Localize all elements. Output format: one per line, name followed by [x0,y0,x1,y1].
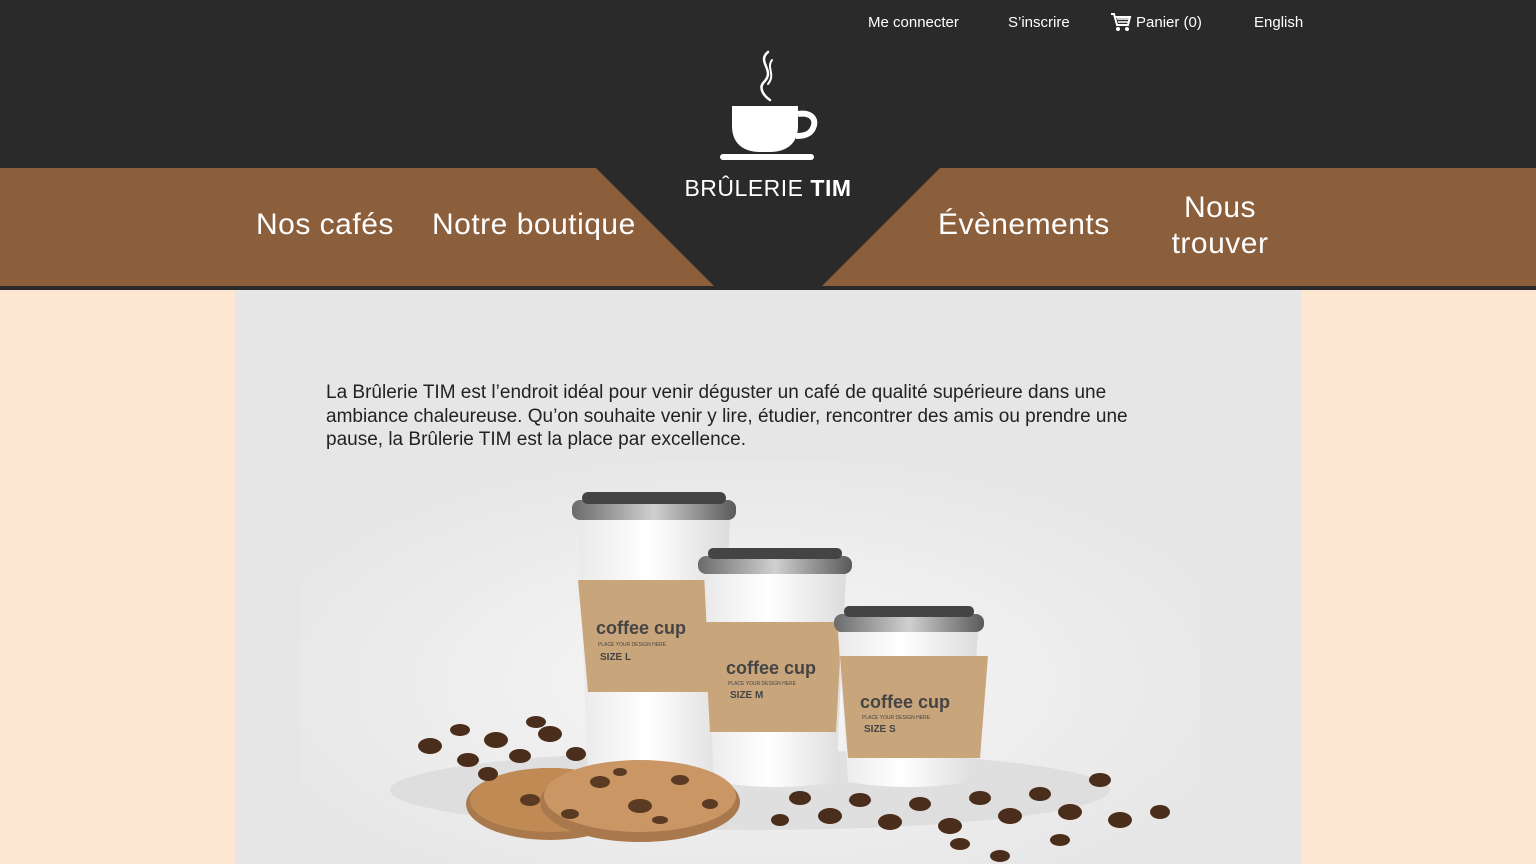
language-switch[interactable]: English [1254,14,1303,31]
brand-name-light: BRÛLERIE [684,175,804,201]
cup-medium: coffee cup PLACE YOUR DESIGN HERE SIZE M [698,548,852,787]
cart-link[interactable]: Panier (0) [1110,12,1202,32]
hero-image: coffee cup PLACE YOUR DESIGN HERE SIZE L… [300,460,1200,864]
nav-item-events[interactable]: Évènements [938,208,1110,242]
cup-medium-tagline: PLACE YOUR DESIGN HERE [728,681,797,687]
cup-large-size: SIZE L [600,652,631,663]
cup-small-brand: coffee cup [860,692,950,712]
cup-small: coffee cup PLACE YOUR DESIGN HERE SIZE S [834,606,988,787]
nav-item-find-us[interactable]: Nous trouver [1150,190,1290,262]
signup-link[interactable]: S’inscrire [1008,14,1070,31]
coffee-cup-logo-icon[interactable] [712,48,824,166]
cup-medium-brand: coffee cup [726,658,816,678]
nav-item-cafes[interactable]: Nos cafés [256,208,394,242]
nav-item-boutique[interactable]: Notre boutique [432,208,636,242]
cup-large-tagline: PLACE YOUR DESIGN HERE [598,642,667,648]
cup-large-brand: coffee cup [596,618,686,638]
brand-name-bold: TIM [810,175,852,201]
intro-paragraph: La Brûlerie TIM est l’endroit idéal pour… [326,382,1128,450]
cart-icon [1111,13,1132,31]
cup-small-size: SIZE S [864,724,896,735]
cup-medium-size: SIZE M [730,690,763,701]
brand-logotype[interactable]: BRÛLERIE TIM [668,175,868,202]
cart-label: Panier (0) [1136,13,1202,31]
cup-small-tagline: PLACE YOUR DESIGN HERE [862,715,931,721]
login-link[interactable]: Me connecter [868,14,959,31]
